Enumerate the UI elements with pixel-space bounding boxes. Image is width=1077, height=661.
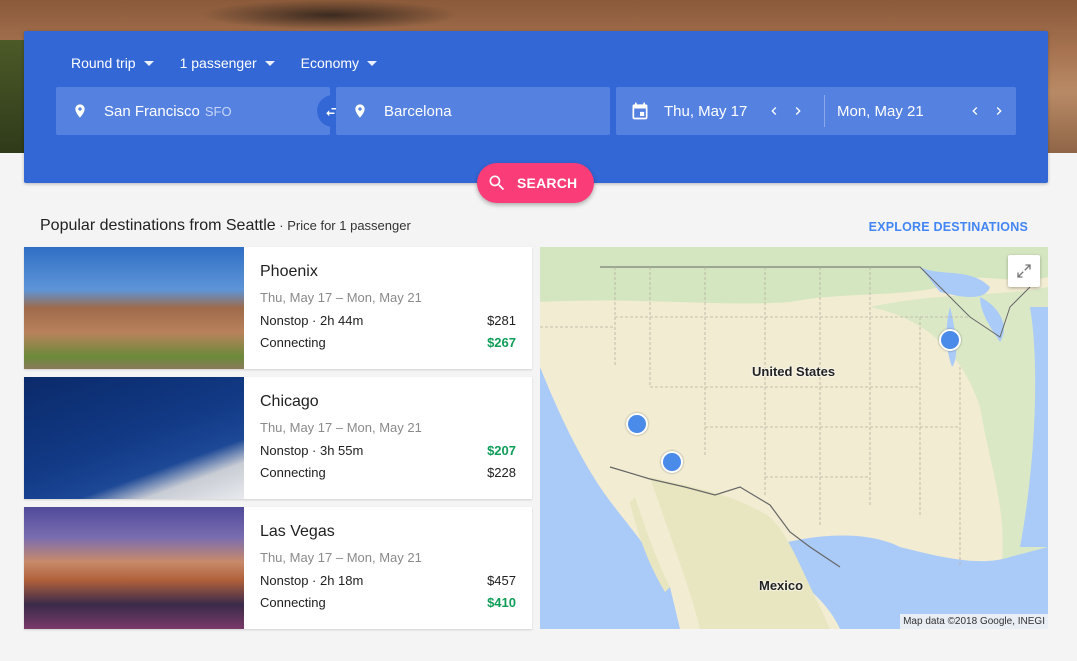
- destination-card-phoenix[interactable]: Phoenix Thu, May 17 – Mon, May 21 Nonsto…: [24, 247, 532, 369]
- nonstop-row: Nonstop · 3h 55m $207: [260, 443, 516, 458]
- search-button[interactable]: SEARCH: [477, 163, 594, 203]
- caret-down-icon: [367, 60, 378, 66]
- origin-field[interactable]: San Francisco SFO: [56, 87, 330, 135]
- connecting-row: Connecting $267: [260, 335, 516, 350]
- connecting-label: Connecting: [260, 335, 326, 350]
- destination-dates: Thu, May 17 – Mon, May 21: [260, 290, 422, 305]
- chevron-right-icon: [795, 107, 801, 115]
- nonstop-label: Nonstop · 2h 44m: [260, 313, 364, 328]
- trip-type-dropdown[interactable]: Round trip: [71, 55, 154, 71]
- destination-field[interactable]: Barcelona: [336, 87, 610, 135]
- date-picker: Thu, May 17 Mon, May 21: [616, 87, 1016, 135]
- map-label-united-states: United States: [752, 364, 836, 379]
- destination-dates: Thu, May 17 – Mon, May 21: [260, 550, 422, 565]
- popular-title: Popular destinations from Seattle: [40, 217, 276, 234]
- search-button-label: SEARCH: [517, 175, 578, 191]
- trip-type-label: Round trip: [71, 55, 136, 71]
- chevron-left-icon: [972, 107, 978, 115]
- date-divider: [824, 95, 825, 127]
- connecting-row: Connecting $410: [260, 595, 516, 610]
- passengers-dropdown[interactable]: 1 passenger: [180, 55, 275, 71]
- destination-city: Phoenix: [260, 263, 318, 280]
- origin-city: San Francisco: [104, 102, 200, 120]
- nonstop-price: $207: [487, 443, 516, 458]
- nonstop-price: $281: [487, 313, 516, 328]
- destination-image: [24, 247, 244, 369]
- caret-down-icon: [264, 60, 275, 66]
- destination-card-chicago[interactable]: Chicago Thu, May 17 – Mon, May 21 Nonsto…: [24, 377, 532, 499]
- nonstop-row: Nonstop · 2h 18m $457: [260, 573, 516, 588]
- destination-city: Barcelona: [384, 102, 452, 120]
- chevron-left-icon: [771, 107, 777, 115]
- passengers-label: 1 passenger: [179, 55, 257, 71]
- calendar-icon: [632, 102, 648, 120]
- destination-image: [24, 377, 244, 499]
- connecting-label: Connecting: [260, 465, 326, 480]
- return-date: Mon, May 21: [837, 102, 924, 120]
- connecting-price: $228: [487, 465, 516, 480]
- connecting-row: Connecting $228: [260, 465, 516, 480]
- cabin-class-label: Economy: [300, 55, 360, 71]
- cabin-class-dropdown[interactable]: Economy: [300, 55, 378, 71]
- depart-date: Thu, May 17: [664, 102, 748, 120]
- map-marker-las-vegas[interactable]: [626, 413, 648, 435]
- destination-city: Las Vegas: [260, 523, 335, 540]
- destination-city: Chicago: [260, 393, 319, 410]
- depart-date-field[interactable]: Thu, May 17: [664, 87, 762, 135]
- connecting-price: $410: [487, 595, 516, 610]
- nonstop-price: $457: [487, 573, 516, 588]
- map-marker-phoenix[interactable]: [661, 451, 683, 473]
- popular-destinations-heading: Popular destinations from Seattle · Pric…: [40, 217, 411, 235]
- map-label-mexico: Mexico: [759, 578, 804, 593]
- return-prev-day-button[interactable]: [963, 99, 987, 123]
- return-next-day-button[interactable]: [987, 99, 1011, 123]
- connecting-price: $267: [487, 335, 516, 350]
- flight-search-panel: Round trip 1 passenger Economy San Franc…: [24, 31, 1048, 183]
- depart-next-day-button[interactable]: [786, 99, 810, 123]
- connecting-label: Connecting: [260, 595, 326, 610]
- search-icon: [489, 175, 505, 191]
- caret-down-icon: [143, 60, 154, 66]
- nonstop-label: Nonstop · 3h 55m: [260, 443, 364, 458]
- nonstop-row: Nonstop · 2h 44m $281: [260, 313, 516, 328]
- location-pin-icon: [355, 104, 365, 118]
- destination-dates: Thu, May 17 – Mon, May 21: [260, 420, 422, 435]
- popular-subtitle: · Price for 1 passenger: [275, 218, 411, 233]
- origin-airport-code: SFO: [204, 103, 232, 119]
- map-marker-chicago[interactable]: [939, 329, 961, 351]
- search-options: Round trip 1 passenger Economy: [71, 55, 403, 71]
- map-attribution: Map data ©2018 Google, INEGI: [900, 614, 1048, 629]
- destination-image: [24, 507, 244, 629]
- map-base: [540, 247, 1048, 629]
- destinations-map[interactable]: United States Mexico Map data ©2018 Goog…: [540, 247, 1048, 629]
- nonstop-label: Nonstop · 2h 18m: [260, 573, 364, 588]
- explore-destinations-link[interactable]: EXPLORE DESTINATIONS: [869, 220, 1028, 234]
- return-date-field[interactable]: Mon, May 21: [837, 87, 963, 135]
- map-fullscreen-button[interactable]: [1008, 255, 1040, 287]
- expand-icon: [1017, 264, 1031, 278]
- destination-card-las-vegas[interactable]: Las Vegas Thu, May 17 – Mon, May 21 Nons…: [24, 507, 532, 629]
- location-pin-icon: [75, 104, 85, 118]
- chevron-right-icon: [996, 107, 1002, 115]
- depart-prev-day-button[interactable]: [762, 99, 786, 123]
